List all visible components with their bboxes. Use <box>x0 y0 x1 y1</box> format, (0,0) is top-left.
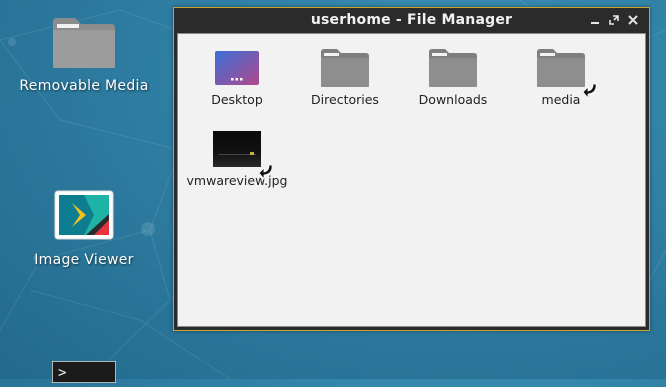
window-titlebar[interactable]: userhome - File Manager <box>174 8 649 32</box>
desktop-icon-removable-media[interactable]: Removable Media <box>6 16 162 94</box>
desktop-icon-terminal[interactable]: > <box>51 360 117 384</box>
desktop-icon-label: Removable Media <box>19 78 149 94</box>
close-button[interactable] <box>627 13 639 26</box>
file-name: Directories <box>311 92 379 107</box>
desktop-folder-icon <box>215 51 259 85</box>
symlink-arrow-icon <box>258 164 273 181</box>
terminal-icon: > <box>51 360 117 384</box>
desktop-icon-label: Image Viewer <box>34 252 134 268</box>
file-item[interactable]: Desktop <box>184 48 290 107</box>
maximize-button[interactable] <box>608 13 620 26</box>
image-thumbnail-icon <box>213 131 261 167</box>
close-icon <box>628 14 638 25</box>
desktop-icon-image-viewer[interactable]: Image Viewer <box>20 190 148 268</box>
image-viewer-icon <box>54 190 114 240</box>
file-name: Downloads <box>418 92 488 107</box>
minimize-button[interactable] <box>589 13 601 26</box>
folder-link-icon <box>537 49 585 87</box>
file-item[interactable]: Directories <box>292 48 398 107</box>
minimize-icon <box>591 21 599 24</box>
file-manager-window[interactable]: userhome - File Manager Desktop Director… <box>173 7 650 331</box>
symlink-arrow-icon <box>582 83 597 100</box>
file-item[interactable]: media <box>508 48 614 107</box>
file-name: Desktop <box>211 92 263 107</box>
window-title: userhome - File Manager <box>310 12 513 28</box>
file-item[interactable]: Downloads <box>400 48 506 107</box>
folder-icon <box>321 49 369 87</box>
file-view[interactable]: Desktop Directories Downloads media vmwa… <box>177 33 646 327</box>
maximize-icon <box>609 14 619 25</box>
folder-icon <box>429 49 477 87</box>
folder-icon <box>53 18 115 68</box>
file-item[interactable]: vmwareview.jpg <box>184 129 290 188</box>
